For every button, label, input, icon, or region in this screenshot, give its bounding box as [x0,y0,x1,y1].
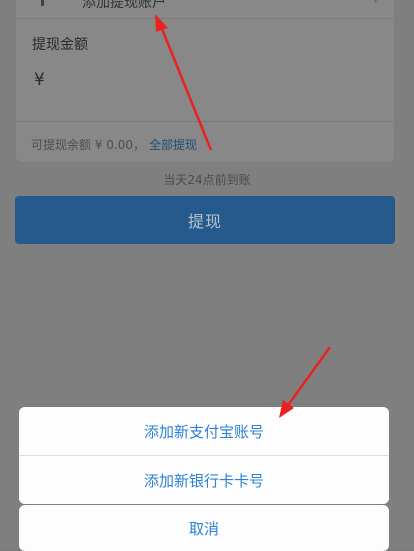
action-sheet-options: 添加新支付宝账号 添加新银行卡卡号 [19,407,389,504]
add-bank-card-option[interactable]: 添加新银行卡卡号 [19,456,389,504]
add-alipay-account-option[interactable]: 添加新支付宝账号 [19,407,389,455]
cancel-button[interactable]: 取消 [19,505,389,551]
balance-info: 可提现余额 ¥ 0.00， 全部提现 [31,136,197,153]
account-icon [41,0,44,6]
withdraw-form-card: 添加提现账户 提现金额 ¥ 可提现余额 ¥ 0.00， 全部提现 [16,0,394,162]
add-account-row[interactable]: 添加提现账户 [16,0,394,19]
amount-input[interactable]: ¥ [34,70,45,90]
withdraw-button[interactable]: 提现 [15,196,395,244]
balance-text: 可提现余额 ¥ 0.00， [31,138,145,152]
add-account-label: 添加提现账户 [82,0,166,11]
divider [16,121,394,122]
action-sheet: 添加新支付宝账号 添加新银行卡卡号 [19,407,389,504]
chevron-right-icon [367,0,383,3]
arrival-note: 当天24点前到账 [163,173,251,187]
withdraw-all-link[interactable]: 全部提现 [149,138,197,152]
amount-label: 提现金额 [32,37,88,53]
